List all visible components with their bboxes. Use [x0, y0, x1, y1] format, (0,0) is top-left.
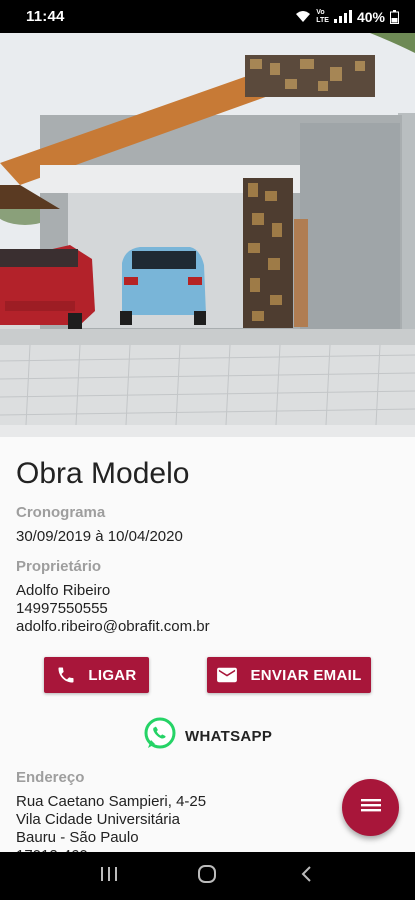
- schedule-label: Cronograma: [16, 504, 106, 521]
- address-line-district: Vila Cidade Universitária: [16, 811, 180, 828]
- home-icon: [197, 864, 217, 889]
- call-button[interactable]: LIGAR: [44, 657, 149, 693]
- address-label: Endereço: [16, 769, 85, 786]
- whatsapp-icon: [143, 717, 177, 755]
- call-button-label: LIGAR: [88, 666, 137, 684]
- owner-email: adolfo.ribeiro@obrafit.com.br: [16, 618, 210, 635]
- battery-percent: 40%: [356, 8, 385, 25]
- wifi-icon: [295, 10, 311, 23]
- send-email-button[interactable]: ENVIAR EMAIL: [207, 657, 371, 693]
- battery-icon: [390, 9, 399, 24]
- recent-apps-button[interactable]: [79, 856, 139, 896]
- menu-fab[interactable]: [342, 779, 399, 836]
- whatsapp-button[interactable]: WHATSAPP: [143, 717, 272, 755]
- status-time: 11:44: [26, 8, 65, 25]
- recent-apps-icon: [100, 866, 118, 887]
- address-line-city: Bauru - São Paulo: [16, 829, 139, 846]
- phone-icon: [56, 665, 76, 685]
- whatsapp-label: WHATSAPP: [185, 727, 273, 745]
- status-bar: 11:44 Vo LTE 40%: [0, 0, 415, 33]
- system-navigation-bar: [0, 852, 415, 900]
- owner-phone: 14997550555: [16, 600, 108, 617]
- project-photo: [0, 33, 415, 437]
- owner-label: Proprietário: [16, 558, 102, 575]
- project-title: Obra Modelo: [16, 457, 190, 490]
- send-email-button-label: ENVIAR EMAIL: [250, 666, 362, 684]
- network-type-icon: Vo LTE: [316, 8, 329, 24]
- address-line-street: Rua Caetano Sampieri, 4-25: [16, 793, 207, 810]
- back-icon: [300, 865, 312, 888]
- signal-icon: [333, 10, 352, 23]
- menu-icon: [360, 797, 381, 818]
- house-photo: [0, 33, 415, 437]
- home-button[interactable]: [177, 856, 237, 896]
- email-icon: [216, 666, 238, 684]
- status-icons: Vo LTE 40%: [295, 9, 399, 25]
- schedule-value: 30/09/2019 à 10/04/2020: [16, 528, 183, 545]
- owner-name: Adolfo Ribeiro: [16, 582, 111, 599]
- back-button[interactable]: [276, 856, 336, 896]
